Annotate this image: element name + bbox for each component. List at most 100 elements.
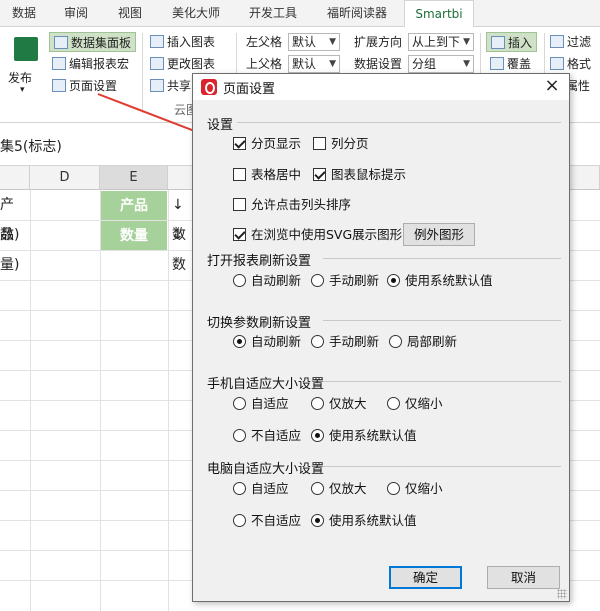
resize-grip-icon[interactable] (557, 589, 567, 599)
pc-fit-none-radio[interactable]: 不自适应 (233, 512, 301, 530)
radio-empty-icon (311, 397, 324, 410)
filter-button[interactable]: 过滤 (550, 32, 591, 52)
pc-fit-adaptive-radio[interactable]: 自适应 (233, 480, 289, 498)
mobile-fit-shrink-label: 仅缩小 (405, 396, 443, 411)
publish-button[interactable]: 发布 ▾ (6, 33, 46, 103)
open-refresh-auto-label: 自动刷新 (251, 273, 302, 288)
pc-fit-adaptive-label: 自适应 (251, 481, 289, 496)
switch-refresh-auto-radio[interactable]: 自动刷新 (233, 333, 301, 351)
radio-empty-icon (389, 335, 402, 348)
svg-render-checkbox[interactable]: 在浏览中使用SVG展示图形 (233, 226, 402, 244)
pc-fit-default-radio[interactable]: 使用系统默认值 (311, 512, 417, 530)
share-icon (150, 79, 164, 92)
insert-chart-button[interactable]: 插入图表 (150, 32, 215, 52)
tab-foxit-reader[interactable]: 福昕阅读器 (314, 0, 400, 27)
cell-quantity-header[interactable]: 数量 (101, 221, 167, 250)
section-divider (237, 122, 561, 123)
radio-empty-icon (233, 482, 246, 495)
cell-quantity-ref[interactable]: 数量) (0, 220, 30, 273)
mobile-fit-default-radio[interactable]: 使用系统默认值 (311, 427, 417, 445)
overwrite-button[interactable]: 覆盖 (490, 54, 531, 74)
dialog-title: 页面设置 (223, 82, 276, 97)
pc-fit-default-label: 使用系统默认值 (329, 513, 417, 528)
mobile-fit-enlarge-label: 仅放大 (329, 396, 367, 411)
radio-selected-icon (311, 514, 324, 527)
data-settings-select[interactable]: 分组 ▼ (408, 55, 474, 73)
cell-expand-down[interactable]: ↓数 (172, 220, 194, 273)
section-title-switch-refresh: 切换参数刷新设置 (207, 316, 312, 331)
pc-fit-none-label: 不自适应 (251, 513, 302, 528)
change-chart-label: 更改图表 (167, 57, 216, 71)
insert-chart-label: 插入图表 (167, 35, 216, 49)
column-header-d[interactable]: D (30, 166, 100, 190)
open-refresh-manual-radio[interactable]: 手动刷新 (311, 272, 379, 290)
column-header-e[interactable]: E (100, 166, 168, 190)
tab-beautify[interactable]: 美化大师 (160, 0, 232, 27)
tab-developer[interactable]: 开发工具 (238, 0, 308, 27)
exception-chart-button[interactable]: 例外图形 (403, 223, 475, 246)
cancel-button[interactable]: 取消 (487, 566, 560, 589)
mobile-fit-adaptive-radio[interactable]: 自适应 (233, 395, 289, 413)
radio-selected-icon (233, 335, 246, 348)
radio-empty-icon (233, 514, 246, 527)
ribbon-tab-bar: 数据 审阅 视图 美化大师 开发工具 福昕阅读器 Smartbi (0, 0, 600, 28)
close-button[interactable]: × (541, 76, 563, 98)
page-setup-button[interactable]: 页面设置 (52, 76, 117, 96)
radio-selected-icon (387, 274, 400, 287)
page-display-checkbox[interactable]: 分页显示 (233, 135, 301, 153)
switch-refresh-partial-radio[interactable]: 局部刷新 (389, 333, 457, 351)
column-header[interactable] (0, 166, 30, 190)
section-divider (323, 320, 561, 321)
tab-data[interactable]: 数据 (0, 0, 48, 27)
overwrite-icon (490, 57, 504, 70)
open-refresh-auto-radio[interactable]: 自动刷新 (233, 272, 301, 290)
filter-icon (550, 35, 564, 48)
left-parent-select[interactable]: 默认 ▼ (288, 33, 340, 51)
edit-report-macro-button[interactable]: 编辑报表宏 (52, 54, 129, 74)
mobile-fit-enlarge-radio[interactable]: 仅放大 (311, 395, 367, 413)
radio-empty-icon (311, 335, 324, 348)
pc-fit-shrink-radio[interactable]: 仅缩小 (387, 480, 443, 498)
cell-expand-down[interactable]: ↓数 (172, 190, 194, 243)
change-chart-button[interactable]: 更改图表 (150, 54, 215, 74)
left-parent-value: 默认 (292, 35, 317, 49)
mobile-fit-shrink-radio[interactable]: 仅缩小 (387, 395, 443, 413)
dataset-panel-button[interactable]: 数据集面板 (49, 32, 137, 52)
publish-label: 发布 (8, 71, 33, 85)
ok-button[interactable]: 确定 (389, 566, 462, 589)
insert-button[interactable]: 插入 (486, 32, 538, 52)
table-center-checkbox[interactable]: 表格居中 (233, 166, 301, 184)
chart-tooltip-checkbox[interactable]: 图表鼠标提示 (313, 166, 406, 184)
overwrite-label: 覆盖 (507, 57, 532, 71)
checkbox-empty-icon (313, 137, 326, 150)
section-title-mobile-fit: 手机自适应大小设置 (207, 377, 325, 392)
radio-empty-icon (387, 482, 400, 495)
tab-review[interactable]: 审阅 (50, 0, 102, 27)
switch-refresh-auto-label: 自动刷新 (251, 334, 302, 349)
header-sort-checkbox[interactable]: 允许点击列头排序 (233, 196, 351, 214)
open-refresh-default-radio[interactable]: 使用系统默认值 (387, 272, 493, 290)
chevron-down-icon: ▼ (329, 37, 336, 47)
format-button[interactable]: 格式 (550, 54, 591, 74)
pc-fit-enlarge-radio[interactable]: 仅放大 (311, 480, 367, 498)
cell-product-header[interactable]: 产品 (101, 191, 167, 220)
mobile-fit-none-label: 不自适应 (251, 428, 302, 443)
expand-direction-select[interactable]: 从上到下 ▼ (408, 33, 474, 51)
dialog-title-bar[interactable]: 页面设置 × (193, 74, 569, 100)
pc-fit-shrink-label: 仅缩小 (405, 481, 443, 496)
radio-selected-icon (311, 429, 324, 442)
section-divider (323, 381, 561, 382)
share-button[interactable]: 共享 (150, 76, 191, 96)
column-page-checkbox[interactable]: 列分页 (313, 135, 369, 153)
macro-icon (52, 57, 66, 70)
smartbi-app-icon (201, 79, 217, 95)
mobile-fit-none-radio[interactable]: 不自适应 (233, 427, 301, 445)
tab-smartbi[interactable]: Smartbi (404, 0, 474, 28)
cell-product-ref[interactable]: 产品) (0, 190, 30, 243)
top-parent-select[interactable]: 默认 ▼ (288, 55, 340, 73)
dataset-panel-icon (54, 36, 68, 49)
radio-empty-icon (233, 274, 246, 287)
switch-refresh-manual-radio[interactable]: 手动刷新 (311, 333, 379, 351)
tab-view[interactable]: 视图 (104, 0, 156, 27)
switch-refresh-manual-label: 手动刷新 (329, 334, 380, 349)
